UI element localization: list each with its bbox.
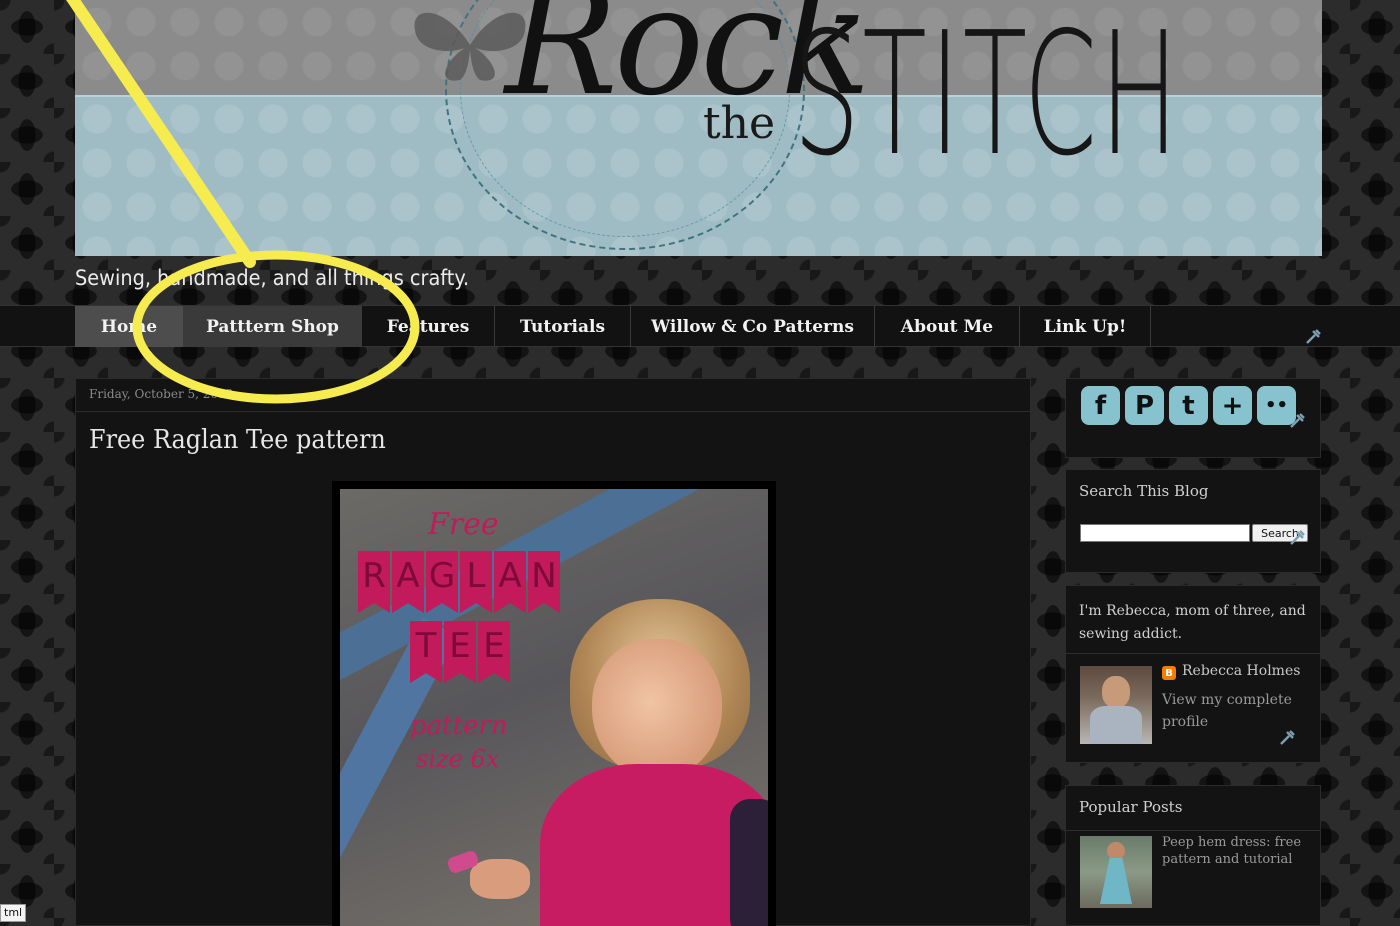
nav-item-about-me[interactable]: About Me: [875, 306, 1020, 347]
overlay-raglan-banner: R A G L A N: [358, 551, 560, 613]
nav-item-willow-co-patterns[interactable]: Willow & Co Patterns: [631, 306, 875, 347]
post-title[interactable]: Free Raglan Tee pattern: [89, 425, 386, 455]
about-text: I'm Rebecca, mom of three, and sewing ad…: [1079, 603, 1306, 642]
search-input[interactable]: [1080, 524, 1250, 542]
overlay-raglan-letter: R: [358, 551, 390, 613]
edit-wrench-icon[interactable]: [1288, 529, 1306, 547]
post-photo: Free R A G L A N T E E pattern size 6x: [340, 489, 768, 926]
search-widget-title: Search This Blog: [1079, 482, 1209, 500]
logo-stitch-text: STITCH: [793, 0, 1182, 194]
overlay-tee-letter: E: [478, 621, 510, 683]
blog-post: Friday, October 5, 2012 Free Raglan Tee …: [75, 378, 1031, 926]
nav-item-link-up[interactable]: Link Up!: [1020, 306, 1151, 347]
overlay-tee-letter: E: [444, 621, 476, 683]
popular-post-link[interactable]: Peep hem dress: free pattern and tutoria…: [1162, 834, 1312, 868]
overlay-size-text: size 6x: [416, 745, 500, 773]
main-nav: Home Patttern Shop Features Tutorials Wi…: [0, 305, 1400, 347]
status-tooltip: tml: [0, 904, 27, 922]
google-plus-icon[interactable]: +: [1213, 386, 1252, 425]
avatar[interactable]: [1080, 666, 1152, 744]
popular-posts-widget: Popular Posts Peep hem dress: free patte…: [1065, 785, 1321, 926]
edit-wrench-icon[interactable]: [1278, 729, 1296, 747]
overlay-tee-letter: T: [410, 621, 442, 683]
search-widget: Search This Blog Search: [1065, 469, 1321, 573]
overlay-raglan-letter: L: [460, 551, 492, 613]
nav-item-tutorials[interactable]: Tutorials: [495, 306, 631, 347]
overlay-raglan-letter: A: [494, 551, 526, 613]
overlay-pattern-text: pattern: [410, 711, 508, 741]
edit-wrench-icon[interactable]: [1304, 328, 1322, 346]
facebook-icon[interactable]: f: [1081, 386, 1120, 425]
social-widget: f P t + ••: [1065, 378, 1321, 458]
nav-item-features[interactable]: Features: [362, 306, 495, 347]
about-widget: I'm Rebecca, mom of three, and sewing ad…: [1065, 585, 1321, 763]
popular-posts-title: Popular Posts: [1079, 798, 1183, 816]
post-date: Friday, October 5, 2012: [76, 379, 1030, 412]
header-banner[interactable]: Rock the STITCH: [75, 0, 1322, 256]
nav-item-home[interactable]: Home: [75, 306, 184, 347]
nav-item-pattern-shop[interactable]: Patttern Shop: [184, 306, 362, 347]
blogger-icon: B: [1162, 666, 1176, 680]
post-image[interactable]: Free R A G L A N T E E pattern size 6x: [332, 481, 776, 926]
overlay-raglan-letter: N: [528, 551, 560, 613]
logo-the-text: the: [703, 98, 776, 149]
popular-post-thumbnail[interactable]: [1080, 836, 1152, 908]
tumblr-icon[interactable]: t: [1169, 386, 1208, 425]
edit-wrench-icon[interactable]: [1288, 412, 1306, 430]
overlay-raglan-letter: G: [426, 551, 458, 613]
blog-tagline: Sewing, handmade, and all things crafty.: [75, 266, 470, 290]
pinterest-icon[interactable]: P: [1125, 386, 1164, 425]
overlay-tee-banner: T E E: [410, 621, 510, 683]
overlay-raglan-letter: A: [392, 551, 424, 613]
overlay-free-text: Free: [428, 507, 499, 542]
profile-name-link[interactable]: Rebecca Holmes: [1182, 663, 1300, 679]
view-profile-link[interactable]: View my complete profile: [1162, 689, 1302, 733]
